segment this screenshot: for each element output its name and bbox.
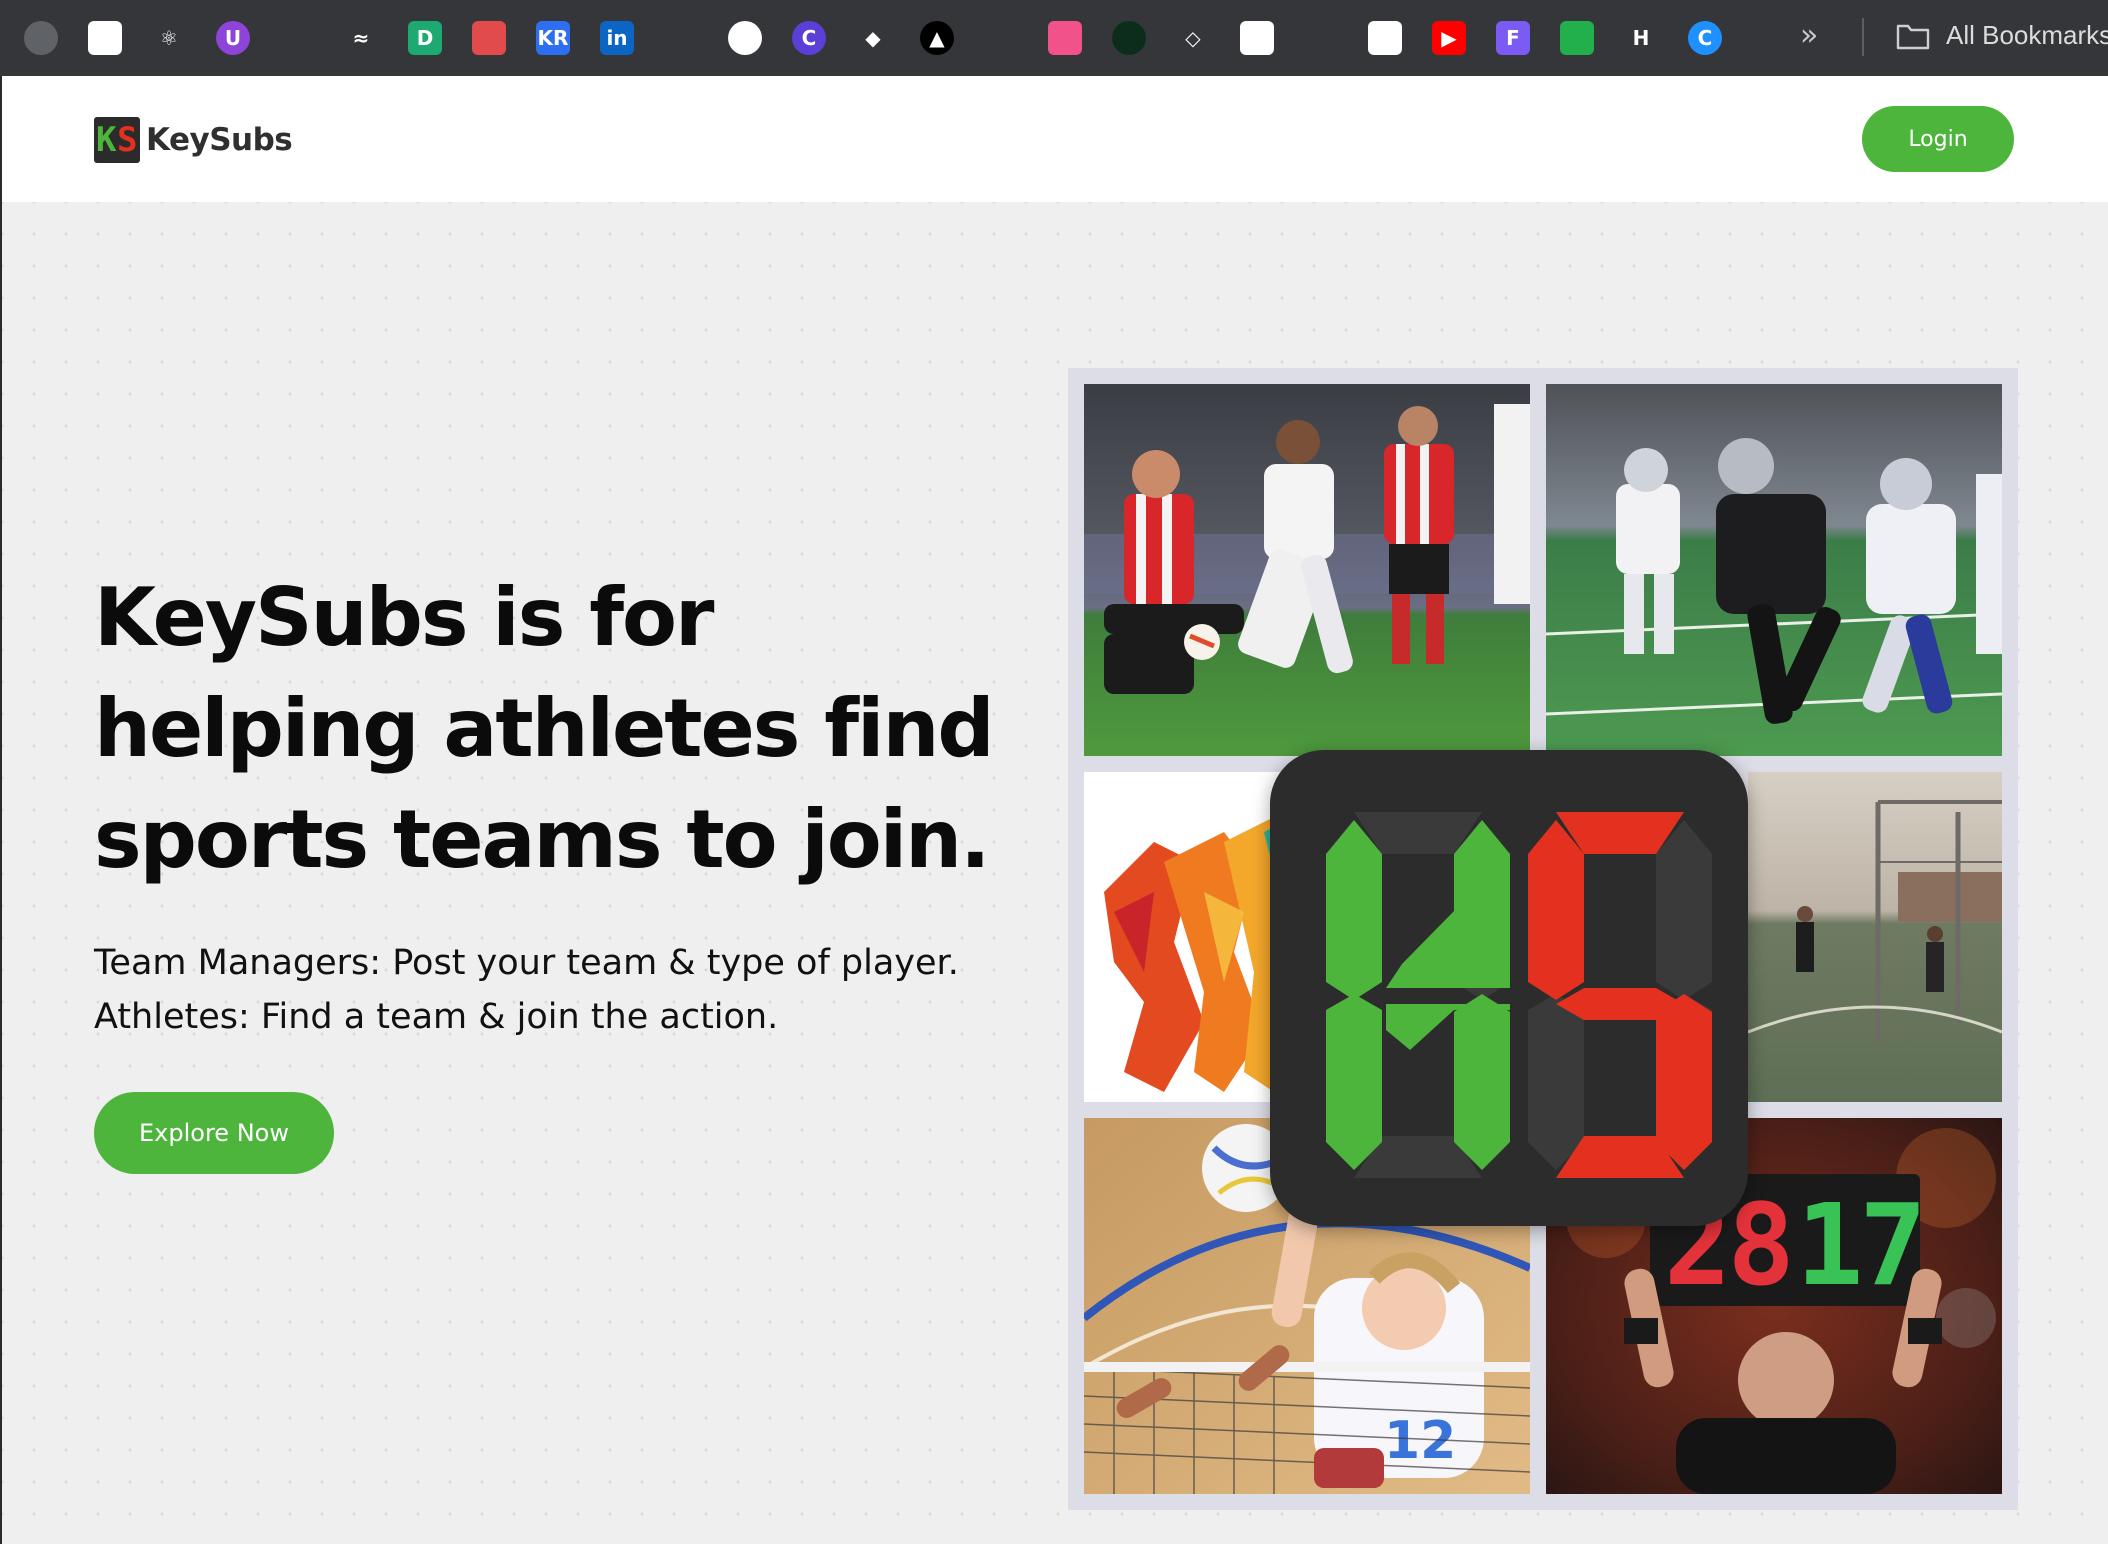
page-viewport: KS KeySubs Login KeySubs is for helping … (2, 76, 2108, 1544)
bookmark-gem-icon[interactable]: ◇ (1176, 21, 1210, 55)
jersey-number: 12 (1384, 1411, 1456, 1471)
bookmark-triangle-app-icon[interactable]: ▲ (920, 21, 954, 55)
bookmark-globe-icon[interactable] (24, 21, 58, 55)
bookmark-mixed-app-icon[interactable] (1304, 21, 1338, 55)
outdoor-court-photo (1748, 772, 2002, 1102)
bookmark-react-icon[interactable]: ⚛ (152, 21, 186, 55)
bookmark-linkedin-icon[interactable]: in (600, 21, 634, 55)
bookmark-tailwind-icon[interactable]: ≈ (344, 21, 378, 55)
bookmark-c-circle-icon[interactable]: C (1688, 21, 1722, 55)
bookmark-circle-app-icon[interactable] (728, 21, 762, 55)
more-bookmarks-chevron-icon[interactable]: » (1800, 18, 1818, 54)
bookmarks-separator (1862, 18, 1864, 56)
explore-now-button[interactable]: Explore Now (94, 1092, 334, 1174)
all-bookmarks-button[interactable]: All Bookmarks (1896, 20, 2108, 51)
svg-text:17: 17 (1796, 1181, 1923, 1311)
bookmark-d-app-icon[interactable]: D (408, 21, 442, 55)
hero-section: KeySubs is for helping athletes find spo… (2, 202, 2108, 1544)
bookmark-youtube-icon[interactable]: ▶ (1432, 21, 1466, 55)
all-bookmarks-label: All Bookmarks (1946, 20, 2108, 50)
login-button[interactable]: Login (1862, 106, 2014, 172)
bookmark-canva-icon[interactable]: C (792, 21, 826, 55)
bookmarks-bar: ⚛ U ≈ D KR in C ◆ ▲ ◇ ▶ F H C (0, 0, 2108, 76)
bookmark-u-app-icon[interactable]: U (216, 21, 250, 55)
hero-title: KeySubs is for helping athletes find spo… (94, 571, 995, 886)
bookmark-doc-icon[interactable] (1240, 21, 1274, 55)
bookmark-tag-icon[interactable] (1368, 21, 1402, 55)
logo-text: KeySubs (146, 122, 293, 158)
bookmark-diamond-app-icon[interactable]: ◆ (856, 21, 890, 55)
bookmark-mongodb-icon[interactable] (1112, 21, 1146, 55)
site-header: KS KeySubs Login (2, 76, 2108, 202)
keysubs-badge-icon (1270, 750, 1748, 1226)
bookmark-google-drive-icon[interactable] (664, 21, 698, 55)
bookmark-github-alt-icon[interactable] (984, 21, 1018, 55)
folder-icon (1896, 24, 1930, 49)
bookmark-github-icon[interactable] (280, 21, 314, 55)
keysubs-logo-icon: KS (94, 117, 140, 163)
american-football-photo (1546, 384, 2002, 756)
site-logo[interactable]: KS KeySubs (94, 117, 293, 163)
bookmark-green-app-icon[interactable] (1560, 21, 1594, 55)
bookmark-f-app-icon[interactable]: F (1496, 21, 1530, 55)
soccer-photo (1084, 384, 1530, 756)
hero-subtitle: Team Managers: Post your team & type of … (94, 936, 959, 1044)
bookmark-openai-icon[interactable] (88, 21, 122, 55)
bookmark-pink-app-icon[interactable] (1048, 21, 1082, 55)
bookmark-openai-red-icon[interactable] (472, 21, 506, 55)
bookmark-h-app-icon[interactable]: H (1624, 21, 1658, 55)
hero-subtitle-line-athletes: Athletes: Find a team & join the action. (94, 997, 779, 1037)
bookmark-kr-icon[interactable]: KR (536, 21, 570, 55)
hero-subtitle-line-managers: Team Managers: Post your team & type of … (94, 943, 959, 983)
